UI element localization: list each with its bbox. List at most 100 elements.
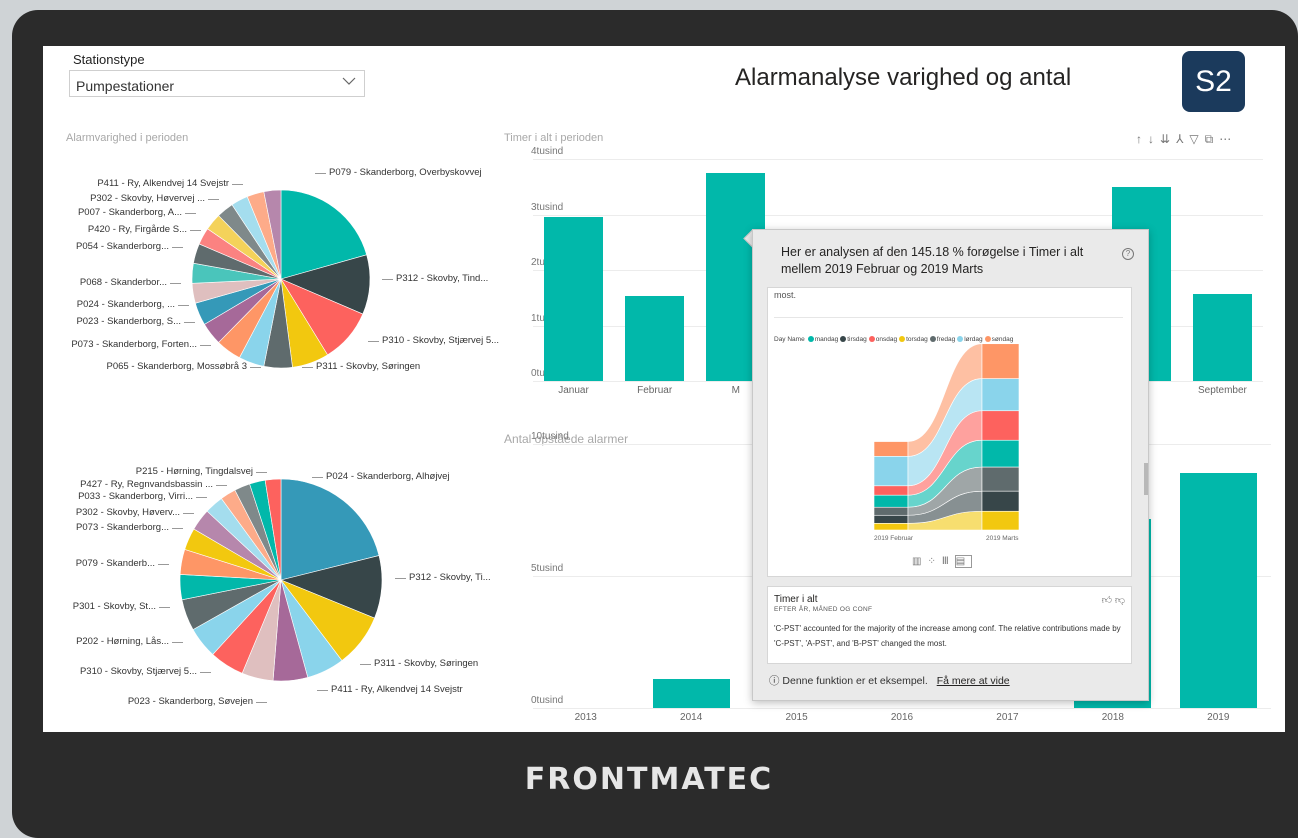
double-arrow-down-icon[interactable]: ⇊ (1160, 132, 1174, 146)
pie1-leader-line (170, 283, 181, 284)
bar2-ytick: 0tusind (531, 695, 564, 706)
bar2-bar[interactable] (1179, 472, 1257, 708)
bar1-title: Timer i alt i perioden (504, 132, 604, 144)
bar-chart-icon[interactable]: ▥ (912, 556, 927, 567)
ribbon-segment-start[interactable] (873, 494, 909, 508)
pie2-label: P310 - Skovby, Stjærvej 5... (79, 666, 197, 677)
pie1-leader-line (172, 247, 183, 248)
info-icon: ⓘ (769, 675, 780, 687)
pie1-leader-line (190, 230, 201, 231)
pie1-leader-line (208, 199, 219, 200)
ribbon-xtick-end: 2019 Marts (986, 535, 1019, 542)
insight-measure-sub: EFTER ÅR, MÅNED OG CONF (774, 606, 873, 613)
pie2-label: P023 - Skanderborg, Søvejen (127, 696, 253, 707)
ribbon-chart[interactable] (768, 288, 1131, 576)
tooltip-footer: ⓘ Denne funktion er et eksempel. Få mere… (769, 673, 1010, 688)
bar2-xtick: 2017 (996, 712, 1019, 723)
ribbon-segment-end[interactable] (981, 410, 1020, 441)
ribbon-segment-start[interactable] (873, 456, 909, 487)
tooltip-chart-panel: most. Day Name mandag tirsdag onsdag torsdag… (767, 287, 1132, 577)
bar1-bar[interactable] (1192, 294, 1252, 381)
pie2-label: P301 - Skovby, St... (72, 601, 156, 612)
pie1-leader-line (185, 213, 196, 214)
bar2-gridline (533, 708, 1271, 709)
pie2-leader-line (312, 477, 323, 478)
bar2-xtick: 2016 (890, 712, 914, 723)
pie1-label: P411 - Ry, Alkendvej 14 Svejstr (97, 178, 229, 189)
pie2-leader-line (172, 642, 183, 643)
ribbon-chart-icon[interactable]: ▤ (954, 555, 973, 568)
pie2-label: P073 - Skanderborg... (76, 522, 169, 533)
learn-more-link[interactable]: Få mere at vide (937, 675, 1010, 687)
arrow-down-icon[interactable]: ↓ (1148, 132, 1158, 146)
pie2-label: P411 - Ry, Alkendvej 14 Svejstr (331, 684, 463, 695)
pie1-label: P054 - Skanderborg... (76, 241, 169, 252)
ribbon-segment-start[interactable] (873, 441, 909, 457)
arrow-up-icon[interactable]: ↑ (1136, 132, 1146, 146)
brand-logo: FRONTMATEC (524, 762, 774, 797)
pie1-label: P420 - Ry, Firgårde S... (87, 224, 187, 235)
pie2-leader-line (200, 672, 211, 673)
pie1-leader-line (200, 345, 211, 346)
insight-measure: Timer i alt (774, 594, 818, 605)
insight-tooltip: Her er analysen af den 145.18 % forøgels… (752, 229, 1149, 701)
ribbon-segment-end[interactable] (981, 439, 1020, 468)
ribbon-segment-start[interactable] (873, 485, 909, 496)
bar1-xtick: September (1197, 385, 1247, 396)
filter-icon[interactable]: ▽ (1189, 132, 1202, 146)
ribbon-segment-start[interactable] (873, 506, 909, 516)
focus-mode-icon[interactable]: ⧉ (1205, 132, 1218, 147)
report-canvas: Stationstype Pumpestationer Alarmanalyse… (43, 46, 1285, 732)
pie1-label: P068 - Skanderbor... (79, 277, 167, 288)
scatter-icon[interactable]: ⁘ (927, 556, 941, 567)
column-chart-icon[interactable]: Ⅲ (942, 556, 955, 567)
ribbon-segment-start[interactable] (873, 514, 909, 524)
pie1-leader-line (178, 305, 189, 306)
more-options-icon[interactable]: ⋯ (1219, 132, 1235, 146)
pie2-leader-line (317, 690, 328, 691)
pie2-label: P427 - Ry, Regnvandsbassin ... (80, 479, 213, 490)
ribbon-segment-end[interactable] (981, 378, 1020, 412)
pie1-label: P023 - Skanderborg, S... (76, 316, 181, 327)
pie1-label: P311 - Skovby, Søringen (316, 361, 421, 372)
help-icon[interactable]: ? (1122, 248, 1134, 260)
bar1-gridline (533, 159, 1263, 160)
bar2-xtick: 2018 (1101, 712, 1124, 723)
pie2-leader-line (196, 497, 207, 498)
pie1-label: P310 - Skovby, Stjærvej 5... (382, 335, 500, 346)
pie2-label: P311 - Skovby, Søringen (374, 658, 479, 669)
bar1-xtick: Februar (637, 385, 673, 396)
bar2-xtick: 2014 (680, 712, 703, 723)
pie2-label: P033 - Skanderborg, Virri... (78, 491, 193, 502)
pie2-leader-line (360, 664, 371, 665)
ribbon-xtick-start: 2019 Februar (874, 535, 914, 542)
ribbon-segment-end[interactable] (981, 490, 1020, 512)
pie2-leader-line (256, 702, 267, 703)
pie1-label: P079 - Skanderborg, Overbyskovvej (329, 167, 482, 178)
pie2-leader-line (256, 472, 267, 473)
pie1-leader-line (368, 341, 379, 342)
tooltip-scrollbar[interactable] (1144, 463, 1148, 495)
ribbon-segment-start[interactable] (873, 523, 909, 531)
insight-body: 'C-PST' accounted for the majority of th… (774, 624, 1121, 648)
ribbon-segment-end[interactable] (981, 343, 1020, 379)
pie2-label: P024 - Skanderborg, Alhøjvej (326, 471, 450, 482)
pie1-label: P312 - Skovby, Tind... (396, 273, 489, 284)
chart-type-switcher: ▥⁘Ⅲ▤ (912, 555, 973, 568)
thumbs-up-icon[interactable]: 👍︎ (1102, 595, 1112, 606)
thumbs-down-icon[interactable]: 👎︎ (1115, 595, 1125, 606)
bar2-ytick: 5tusind (531, 563, 564, 574)
ribbon-segment-end[interactable] (981, 466, 1020, 492)
bar1-ytick: 3tusind (531, 201, 564, 213)
pie1-label: P073 - Skanderborg, Forten... (71, 339, 197, 350)
ribbon-segment-end[interactable] (981, 510, 1020, 531)
expand-hierarchy-icon[interactable]: ⅄ (1176, 132, 1187, 146)
tooltip-title: Her er analysen af den 145.18 % forøgels… (781, 245, 1084, 276)
bar2-xtick: 2019 (1207, 712, 1230, 723)
bar1-bar[interactable] (544, 217, 604, 381)
pie1-leader-line (315, 173, 326, 174)
pie1-label: P302 - Skovby, Høvervej ... (90, 193, 205, 204)
bar2-ytick: 10tusind (531, 431, 569, 442)
bar1-bar[interactable] (625, 296, 685, 381)
bar2-bar[interactable] (652, 679, 730, 708)
